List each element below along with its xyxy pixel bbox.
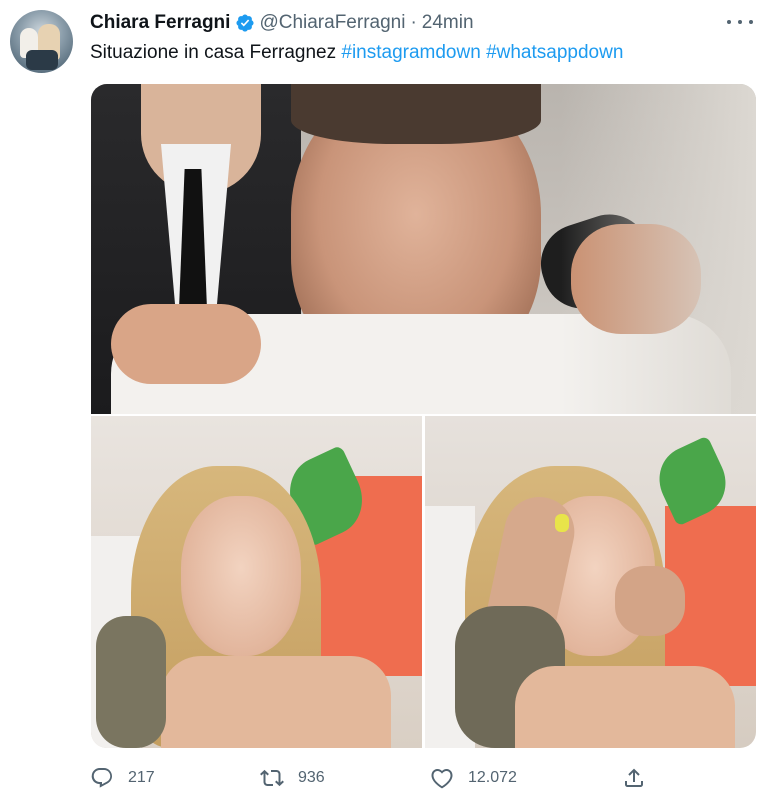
- like-button[interactable]: 12.072: [430, 764, 517, 792]
- tweet-text: Situazione in casa Ferragnez #instagramd…: [90, 42, 623, 64]
- media-grid: [91, 84, 756, 748]
- share-button[interactable]: [622, 764, 660, 792]
- avatar[interactable]: [10, 10, 73, 73]
- share-icon: [625, 768, 643, 787]
- media-image-bottom-left[interactable]: [91, 416, 422, 748]
- tweet-header: Chiara Ferragni @ChiaraFerragni · 24min: [90, 11, 474, 35]
- tweet-actions: 217 936 12.072: [90, 764, 660, 792]
- separator-dot: ·: [410, 12, 417, 33]
- reply-count: 217: [128, 769, 155, 786]
- tweet[interactable]: Chiara Ferragni @ChiaraFerragni · 24min …: [0, 0, 767, 804]
- heart-icon: [431, 769, 453, 789]
- like-count: 12.072: [468, 769, 517, 786]
- more-options-icon[interactable]: [727, 12, 753, 32]
- retweet-button[interactable]: 936: [260, 764, 325, 792]
- hashtag-link[interactable]: #instagramdown: [341, 42, 480, 63]
- timestamp[interactable]: 24min: [422, 12, 474, 34]
- reply-button[interactable]: 217: [90, 764, 155, 792]
- author-handle[interactable]: @ChiaraFerragni: [259, 12, 405, 34]
- tweet-text-body: Situazione in casa Ferragnez: [90, 42, 337, 63]
- media-image-bottom-right[interactable]: [425, 416, 756, 748]
- retweet-icon: [260, 769, 284, 787]
- author-name[interactable]: Chiara Ferragni: [90, 12, 230, 34]
- verified-badge-icon: [236, 14, 254, 32]
- reply-icon: [91, 768, 112, 788]
- media-image-top[interactable]: [91, 84, 756, 414]
- retweet-count: 936: [298, 769, 325, 786]
- avatar-figure-3: [26, 50, 58, 70]
- hashtag-link[interactable]: #whatsappdown: [486, 42, 623, 63]
